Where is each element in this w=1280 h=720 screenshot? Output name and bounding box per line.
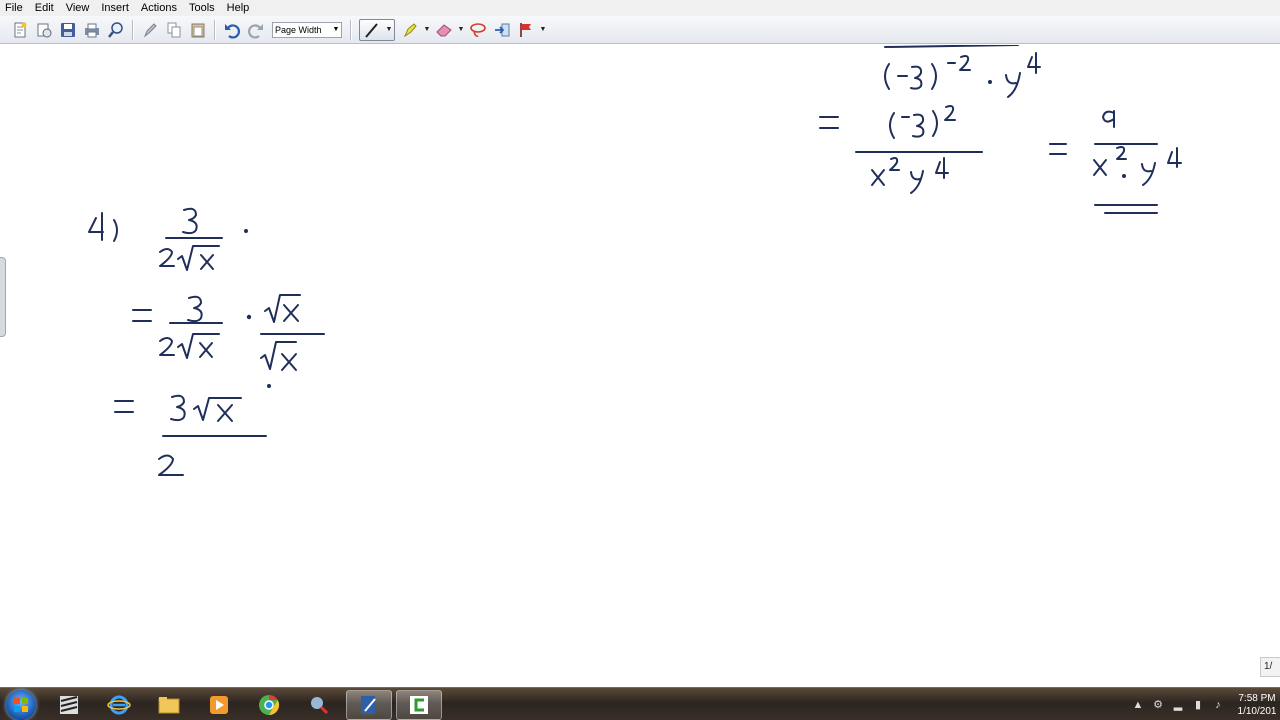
pen-tool-icon: [143, 22, 157, 37]
taskbar-app-internet-explorer[interactable]: [96, 690, 142, 720]
zoom-select[interactable]: Page Width ▼: [272, 21, 342, 38]
undo-icon: [225, 23, 240, 39]
flag-button[interactable]: [515, 19, 537, 41]
pen-tool-button[interactable]: [139, 19, 161, 41]
insert-space-icon: [495, 23, 510, 36]
pen-button[interactable]: [361, 19, 383, 41]
taskbar-app-explorer[interactable]: [146, 690, 192, 720]
menu-tools[interactable]: Tools: [183, 0, 221, 16]
eraser-button[interactable]: [433, 19, 455, 41]
folder-icon: [158, 696, 180, 713]
show-hidden-icons-icon[interactable]: ▲: [1130, 697, 1146, 713]
start-button[interactable]: [6, 689, 36, 720]
menu-bar: File Edit View Insert Actions Tools Help: [0, 0, 1280, 16]
chevron-down-icon[interactable]: ▼: [538, 19, 548, 41]
taskbar: ▲ ⚙ ▂ ▮ ♪ 7:58 PM 1/10/201: [0, 687, 1280, 720]
menu-help[interactable]: Help: [221, 0, 256, 16]
redo-button[interactable]: [245, 19, 267, 41]
highlighter-button[interactable]: [399, 19, 421, 41]
search-button[interactable]: [105, 19, 127, 41]
toolbar-separator: [350, 19, 352, 40]
zebra-app-icon: [60, 695, 78, 714]
side-panel-handle[interactable]: [0, 257, 6, 337]
highlighter-icon: [403, 22, 417, 37]
handwritten-math-ink: [88, 45, 1182, 476]
menu-actions[interactable]: Actions: [135, 0, 183, 16]
taskbar-app-tools[interactable]: [296, 690, 342, 720]
paste-button[interactable]: [187, 19, 209, 41]
taskbar-app-camtasia[interactable]: [396, 689, 442, 720]
open-button[interactable]: [33, 19, 55, 41]
print-icon: [85, 23, 99, 37]
menu-view[interactable]: View: [60, 0, 96, 16]
camtasia-icon: [410, 695, 428, 714]
journal-icon: [361, 695, 376, 714]
system-tray: ▲ ⚙ ▂ ▮ ♪ 7:58 PM 1/10/201: [1128, 688, 1280, 720]
open-icon: [37, 23, 52, 37]
chevron-down-icon: ▼: [332, 25, 340, 33]
taskbar-app-chrome[interactable]: [246, 690, 292, 720]
clock[interactable]: 7:58 PM 1/10/201: [1228, 692, 1280, 718]
copy-icon: [167, 22, 181, 37]
flag-icon: [520, 22, 531, 37]
redo-icon: [248, 23, 263, 39]
print-button[interactable]: [81, 19, 103, 41]
insert-space-button[interactable]: [491, 19, 513, 41]
writing-canvas[interactable]: 1/: [0, 45, 1280, 687]
undo-button[interactable]: [221, 19, 243, 41]
taskbar-app-media-player[interactable]: [196, 690, 242, 720]
zoom-value: Page Width: [275, 24, 322, 35]
save-button[interactable]: [57, 19, 79, 41]
eraser-icon: [436, 23, 452, 36]
chevron-down-icon[interactable]: ▼: [422, 19, 432, 41]
volume-icon[interactable]: ♪: [1210, 697, 1226, 713]
taskbar-app-journal[interactable]: [346, 689, 392, 720]
search-icon: [108, 21, 123, 38]
menu-edit[interactable]: Edit: [29, 0, 60, 16]
copy-button[interactable]: [163, 19, 185, 41]
lasso-button[interactable]: [467, 19, 489, 41]
new-page-button[interactable]: [9, 19, 31, 41]
new-page-icon: [14, 22, 27, 37]
save-icon: [61, 22, 75, 37]
media-player-icon: [210, 695, 228, 714]
toolbar-separator: [214, 19, 216, 40]
chrome-icon: [259, 694, 280, 715]
toolbar: Page Width ▼ ▼ ▼ ▼ ▼: [0, 16, 1280, 44]
taskbar-app-zebra[interactable]: [46, 690, 92, 720]
pen-icon: [365, 22, 378, 38]
toolbar-separator: [132, 19, 134, 40]
network-devices-icon[interactable]: ⚙: [1150, 697, 1166, 713]
paste-icon: [191, 23, 205, 37]
menu-file[interactable]: File: [0, 0, 29, 16]
clock-time: 7:58 PM: [1238, 692, 1276, 704]
menu-insert[interactable]: Insert: [95, 0, 135, 16]
windows-logo-icon: [14, 697, 28, 712]
internet-explorer-icon: [107, 695, 131, 714]
chevron-down-icon[interactable]: ▼: [456, 19, 466, 41]
pen-selector[interactable]: ▼: [359, 18, 395, 41]
chevron-down-icon[interactable]: ▼: [384, 19, 394, 41]
lasso-icon: [470, 22, 486, 37]
battery-icon[interactable]: ▮: [1190, 697, 1206, 713]
signal-icon[interactable]: ▂: [1170, 697, 1186, 713]
page-indicator[interactable]: 1/: [1260, 657, 1280, 677]
clock-date: 1/10/201: [1237, 705, 1277, 717]
tools-icon: [311, 696, 329, 714]
